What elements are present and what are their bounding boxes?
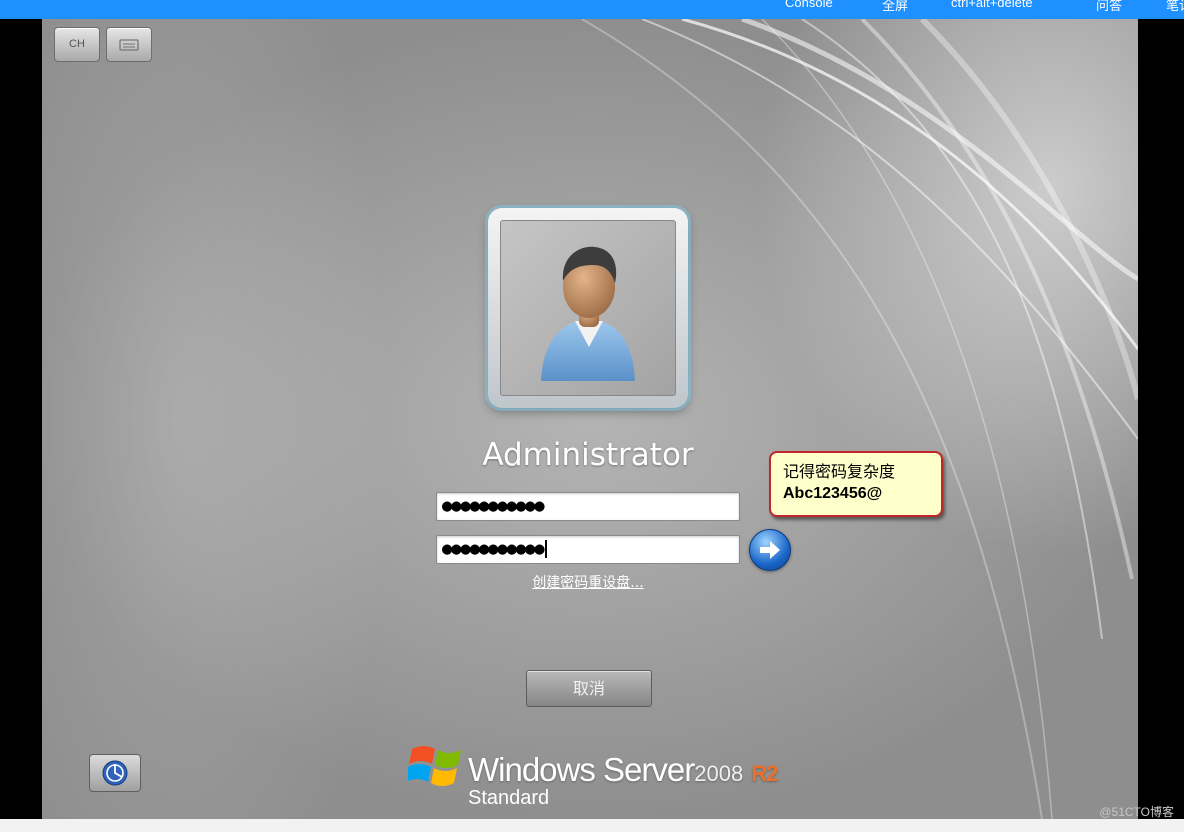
callout-line-1: 记得密码复杂度	[783, 462, 896, 481]
notes-button[interactable]: 笔记	[1166, 0, 1184, 14]
keyboard-icon	[119, 39, 139, 51]
fullscreen-button[interactable]: 全屏	[882, 0, 908, 14]
ease-of-access-button[interactable]	[89, 754, 141, 792]
callout-line-2: Abc123456@	[783, 485, 883, 502]
password-hint-callout: 记得密码复杂度 Abc123456@	[769, 451, 943, 517]
confirm-password-value: ●●●●●●●●●●●	[442, 539, 545, 559]
windows-logo-icon	[408, 746, 461, 786]
release-label: R2	[751, 761, 778, 786]
keyboard-button[interactable]	[106, 27, 152, 62]
user-tile	[488, 208, 688, 408]
arrow-right-icon	[760, 541, 780, 559]
version-label: 2008	[694, 761, 744, 786]
left-border	[0, 19, 42, 819]
console-button[interactable]: Console	[785, 0, 833, 10]
create-password-reset-disk-link[interactable]: 创建密码重设盘...	[478, 572, 698, 592]
watermark: @51CTO博客	[1099, 805, 1174, 819]
username-label: Administrator	[482, 437, 694, 473]
product-name: Windows Server2008 R2	[468, 751, 778, 789]
confirm-password-input[interactable]: ●●●●●●●●●●●	[436, 535, 740, 564]
user-icon	[541, 246, 635, 381]
ease-of-access-icon	[102, 760, 128, 786]
input-language-button[interactable]: CH	[54, 27, 100, 62]
ctrl-alt-delete-button[interactable]: ctrl+alt+delete	[951, 0, 1033, 10]
console-toolbar: Console 全屏 ctrl+alt+delete 问答 笔记	[0, 0, 1184, 19]
right-border	[1138, 19, 1184, 819]
bottom-border	[0, 819, 1184, 832]
windows-server-brand: Windows Server2008 R2 Standard	[408, 737, 788, 817]
edition-label: Standard	[468, 787, 550, 809]
product-label: Windows Server	[468, 751, 695, 788]
password-input[interactable]: ●●●●●●●●●●●	[436, 492, 740, 521]
text-caret	[544, 540, 547, 558]
login-screen: CH Administrator ●●●●●●●●●●● ●●●●●●●●●●●…	[42, 19, 1138, 819]
qa-button[interactable]: 问答	[1096, 0, 1122, 14]
cancel-button[interactable]: 取消	[526, 670, 652, 707]
submit-button[interactable]	[749, 529, 791, 571]
user-avatar	[500, 220, 676, 396]
